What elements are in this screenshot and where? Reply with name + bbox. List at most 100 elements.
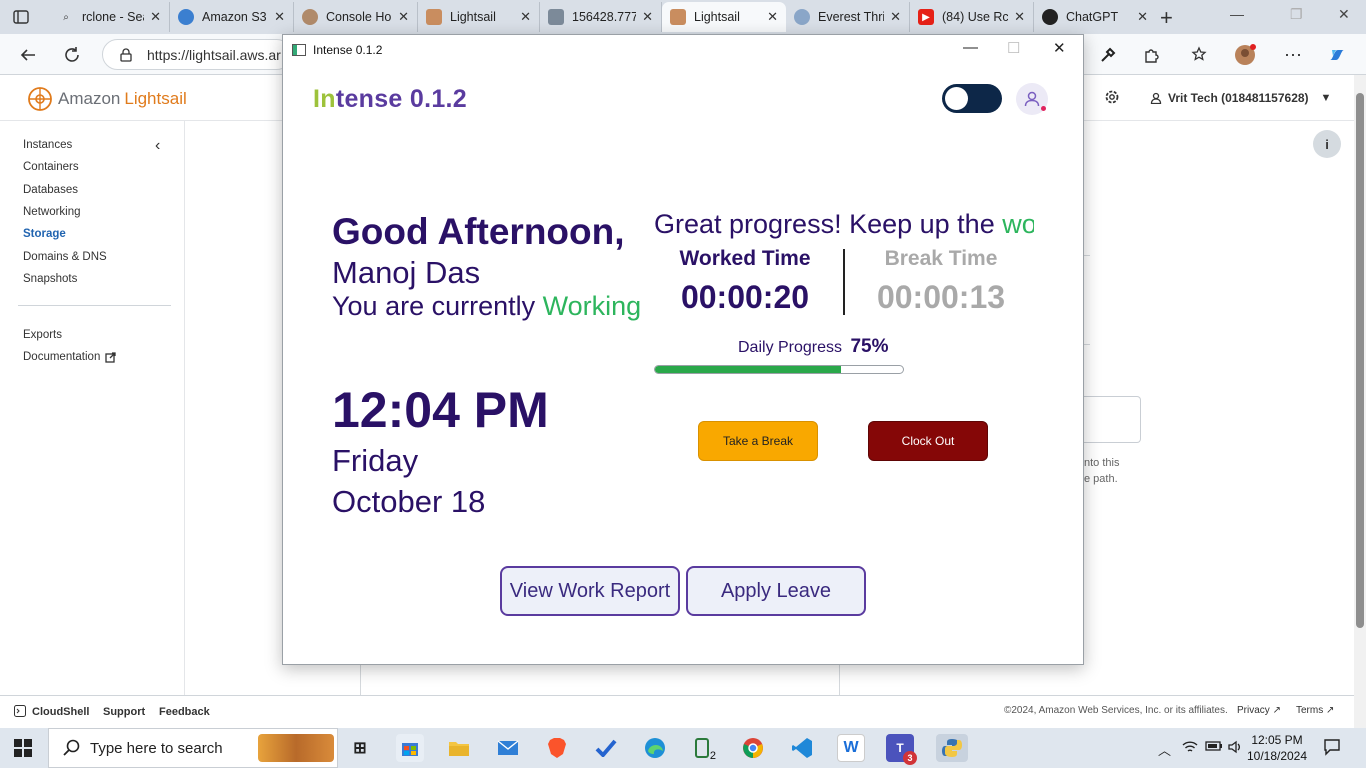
intense-app-window: Intense 0.1.2 — ☐ ✕ Intense 0.1.2 Good A… bbox=[282, 34, 1084, 665]
app-logo-accent: In bbox=[313, 85, 336, 113]
wifi-icon[interactable] bbox=[1182, 740, 1198, 757]
edge-browser-icon[interactable] bbox=[641, 734, 669, 762]
extensions-puzzle-icon[interactable] bbox=[1141, 44, 1163, 66]
teams-icon[interactable]: T 3 bbox=[886, 734, 917, 765]
external-link-icon bbox=[105, 351, 117, 363]
mail-icon[interactable] bbox=[494, 734, 522, 762]
sidebar-item-exports[interactable]: Exports bbox=[23, 329, 62, 341]
app-logo-rest: tense 0.1.2 bbox=[335, 85, 467, 113]
terms-link[interactable]: Terms ↗ bbox=[1296, 705, 1334, 716]
collapse-chevron-left-icon[interactable]: ‹ bbox=[155, 137, 160, 155]
minimize-icon[interactable]: — bbox=[1230, 6, 1244, 22]
info-icon[interactable]: i bbox=[1313, 130, 1341, 158]
page-scrollbar[interactable] bbox=[1354, 75, 1366, 728]
sidebar-item-storage[interactable]: Storage bbox=[23, 228, 66, 240]
browser-tab[interactable]: ⌕ rclone - Sea ✕ bbox=[50, 2, 170, 32]
status-prefix: You are currently bbox=[332, 291, 536, 321]
scrollbar-thumb[interactable] bbox=[1356, 93, 1364, 628]
browser-tab[interactable]: ChatGPT ✕ bbox=[1034, 2, 1156, 32]
notifications-icon[interactable] bbox=[1323, 738, 1341, 759]
user-profile-button[interactable] bbox=[1016, 83, 1048, 115]
microsoft-store-icon[interactable] bbox=[396, 734, 424, 762]
close-tab-icon[interactable]: ✕ bbox=[520, 9, 531, 25]
browser-tab[interactable]: Lightsail ✕ bbox=[418, 2, 540, 32]
tab-actions-menu-icon[interactable] bbox=[10, 6, 32, 28]
close-tab-icon[interactable]: ✕ bbox=[1137, 9, 1148, 25]
close-tab-icon[interactable]: ✕ bbox=[890, 9, 901, 25]
windows-start-icon[interactable] bbox=[14, 739, 32, 757]
refresh-icon[interactable] bbox=[60, 43, 84, 67]
sidebar-item-domains-dns[interactable]: Domains & DNS bbox=[23, 251, 107, 263]
settings-gear-icon[interactable] bbox=[1104, 89, 1120, 105]
close-tab-icon[interactable]: ✕ bbox=[150, 9, 161, 25]
sidebar-item-snapshots[interactable]: Snapshots bbox=[23, 273, 77, 285]
lightsail-logo[interactable]: Amazon Lightsail bbox=[26, 85, 187, 113]
browser-tab-bar: ⌕ rclone - Sea ✕ Amazon S3 ✕ Console Ho … bbox=[0, 0, 1366, 34]
cloudshell-icon bbox=[14, 705, 26, 717]
battery-icon[interactable] bbox=[1205, 740, 1223, 755]
sidebar-item-databases[interactable]: Databases bbox=[23, 184, 78, 196]
profile-avatar[interactable] bbox=[1234, 44, 1256, 66]
search-icon: ⌕ bbox=[63, 11, 69, 23]
new-tab-plus-icon[interactable]: + bbox=[1160, 5, 1173, 31]
content-divider bbox=[360, 664, 361, 695]
browser-tab[interactable]: Everest Thri ✕ bbox=[786, 2, 910, 32]
w-letter-icon: W bbox=[843, 739, 859, 756]
search-highlight-illustration-icon[interactable] bbox=[258, 734, 334, 762]
sidebar-item-containers[interactable]: Containers bbox=[23, 161, 79, 173]
close-tab-icon[interactable]: ✕ bbox=[274, 9, 285, 25]
browser-tab[interactable]: Console Ho ✕ bbox=[294, 2, 418, 32]
browser-tab[interactable]: ▶ (84) Use Rc ✕ bbox=[910, 2, 1034, 32]
close-tab-icon[interactable]: ✕ bbox=[1014, 9, 1025, 25]
more-options-icon[interactable]: ⋯ bbox=[1282, 44, 1304, 66]
close-window-icon[interactable]: ✕ bbox=[1053, 39, 1066, 57]
wps-writer-icon[interactable]: W bbox=[837, 734, 865, 762]
view-work-report-button[interactable]: View Work Report bbox=[500, 566, 680, 616]
back-arrow-icon[interactable] bbox=[16, 43, 40, 67]
task-view-icon[interactable]: ⊞ bbox=[346, 734, 374, 762]
clock-out-button[interactable]: Clock Out bbox=[868, 421, 988, 461]
phone-link-badge: 2 bbox=[709, 750, 716, 762]
eyedropper-icon[interactable] bbox=[1097, 44, 1119, 66]
show-hidden-icons-chevron-icon[interactable]: ︿ bbox=[1158, 740, 1171, 759]
phone-link-icon[interactable]: 2 bbox=[690, 734, 718, 762]
copilot-icon[interactable] bbox=[1326, 44, 1348, 66]
favorites-star-icon[interactable] bbox=[1189, 44, 1211, 66]
chrome-browser-icon[interactable] bbox=[739, 734, 767, 762]
account-menu[interactable]: Vrit Tech (018481157628) ▼ bbox=[1150, 91, 1331, 105]
worked-time-label: Worked Time bbox=[679, 247, 811, 270]
privacy-link[interactable]: Privacy ↗ bbox=[1237, 705, 1281, 716]
address-bar[interactable]: https://lightsail.aws.ar bbox=[102, 39, 292, 70]
app-titlebar[interactable]: Intense 0.1.2 — ☐ ✕ bbox=[283, 35, 1083, 64]
browser-tab[interactable]: 156428.777 ✕ bbox=[540, 2, 662, 32]
minimize-icon[interactable]: — bbox=[963, 39, 978, 56]
sidebar-item-documentation[interactable]: Documentation bbox=[23, 351, 117, 363]
maximize-icon[interactable]: ❐ bbox=[1290, 6, 1303, 23]
vscode-icon[interactable] bbox=[788, 734, 816, 762]
content-input-box[interactable] bbox=[1078, 396, 1141, 443]
file-explorer-icon[interactable] bbox=[445, 734, 473, 762]
sidebar-item-instances[interactable]: Instances bbox=[23, 139, 72, 151]
take-break-button[interactable]: Take a Break bbox=[698, 421, 818, 461]
sidebar-item-networking[interactable]: Networking bbox=[23, 206, 81, 218]
brave-browser-icon[interactable] bbox=[543, 734, 571, 762]
close-window-icon[interactable]: ✕ bbox=[1338, 6, 1350, 23]
support-link[interactable]: Support bbox=[103, 706, 145, 718]
theme-toggle[interactable] bbox=[942, 84, 1002, 113]
app-window-icon bbox=[292, 43, 306, 56]
python-app-icon[interactable] bbox=[936, 734, 968, 762]
marquee-text: Great progress! Keep up the bbox=[654, 209, 1003, 239]
taskbar-clock[interactable]: 12:05 PM 10/18/2024 bbox=[1245, 732, 1309, 764]
copyright-text: ©2024, Amazon Web Services, Inc. or its … bbox=[1004, 705, 1228, 716]
volume-icon[interactable] bbox=[1227, 740, 1243, 757]
browser-tab-active[interactable]: Lightsail ✕ bbox=[662, 2, 786, 32]
close-tab-icon[interactable]: ✕ bbox=[642, 9, 653, 25]
cloudshell-link[interactable]: CloudShell bbox=[32, 706, 89, 718]
todo-check-icon[interactable] bbox=[592, 734, 620, 762]
apply-leave-button[interactable]: Apply Leave bbox=[686, 566, 866, 616]
feedback-link[interactable]: Feedback bbox=[159, 706, 210, 718]
close-tab-icon[interactable]: ✕ bbox=[398, 9, 409, 25]
maximize-icon[interactable]: ☐ bbox=[1007, 39, 1020, 57]
browser-tab[interactable]: Amazon S3 ✕ bbox=[170, 2, 294, 32]
close-tab-icon[interactable]: ✕ bbox=[767, 9, 778, 25]
